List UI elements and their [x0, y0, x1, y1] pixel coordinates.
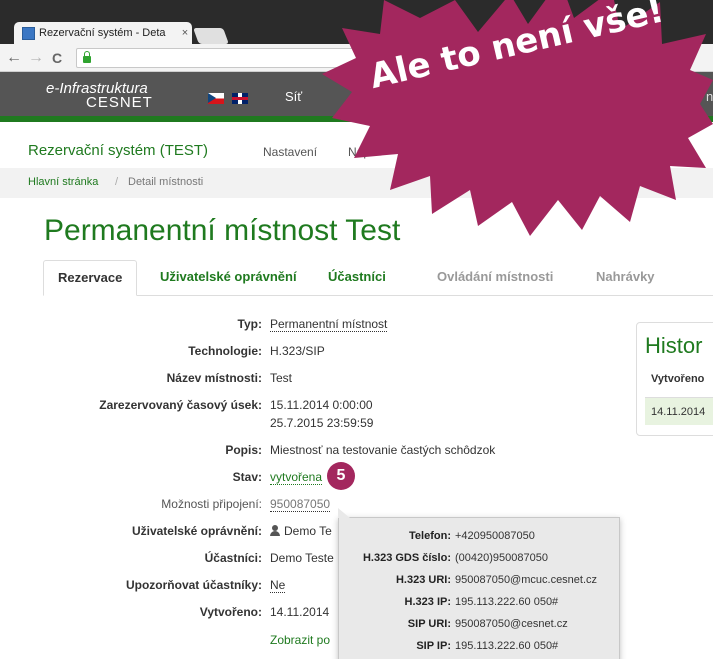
close-tab-icon[interactable]: ×	[178, 27, 192, 39]
popover-label-h323-ip: H.323 IP:	[404, 596, 451, 608]
nav-item-truncated[interactable]: n	[706, 89, 713, 104]
tab-ovladani-mistnosti: Ovládání místnosti	[437, 269, 554, 284]
popover-label-h323-uri: H.323 URI:	[395, 574, 451, 586]
user-icon	[270, 525, 280, 536]
label-nazev: Název místnosti:	[166, 371, 262, 385]
popover-label-sip-uri: SIP URI:	[407, 618, 451, 630]
history-title: Histor	[645, 333, 703, 358]
popover-label-gds: H.323 GDS číslo:	[362, 552, 451, 564]
value-typ[interactable]: Permanentní místnost	[270, 317, 388, 332]
label-opravneni: Uživatelské oprávnění:	[131, 524, 262, 538]
tab-ucastnici[interactable]: Účastníci	[314, 260, 400, 296]
label-vytvoreno: Vytvořeno:	[199, 605, 262, 619]
popover-label-sip-ip: SIP IP:	[416, 640, 451, 652]
popover-value-sip-uri: 950087050@cesnet.cz	[455, 618, 568, 630]
back-arrow-icon[interactable]: ←	[6, 48, 22, 68]
value-vytvoreno: 14.11.2014	[270, 605, 330, 619]
history-column-header: Vytvořeno	[651, 373, 705, 385]
nav-item-sit[interactable]: Síť	[285, 89, 302, 104]
label-upozornovat: Upozorňovat účastníky:	[125, 578, 262, 592]
popover-value-gds: (00420)950087050	[455, 552, 548, 564]
connection-popover: Telefon: +420950087050 H.323 GDS číslo: …	[338, 508, 620, 659]
value-upozornovat[interactable]: Ne	[270, 578, 286, 593]
breadcrumb-home[interactable]: Hlavní stránka	[28, 176, 98, 188]
popover-value-h323-uri: 950087050@mcuc.cesnet.cz	[455, 574, 598, 586]
history-panel: Histor Vytvořeno 14.11.2014	[636, 322, 713, 436]
menu-item-nastaveni[interactable]: Nastavení	[263, 145, 317, 159]
show-more-link[interactable]: Zobrazit po	[270, 633, 330, 647]
value-ucastnici: Demo Teste	[270, 551, 334, 565]
history-cell: 14.11.2014	[651, 406, 706, 418]
value-stav[interactable]: vytvořena	[270, 470, 323, 485]
reload-icon[interactable]: C	[50, 48, 64, 68]
value-nazev: Test	[270, 371, 293, 385]
uk-flag-icon[interactable]	[232, 93, 248, 104]
menu-item-napoveda[interactable]: Nápo	[348, 145, 377, 159]
screenshot: Rezervační systém - Deta × ← → C e-Infra…	[0, 0, 713, 659]
brand-line2: CESNET	[86, 94, 153, 111]
browser-toolbar: ← → C	[0, 44, 713, 72]
label-popis: Popis:	[225, 443, 262, 457]
popover-value-telefon: +420950087050	[455, 530, 535, 542]
step-badge: 5	[327, 462, 355, 490]
app-navbar: Rezervační systém (TEST) Nastavení Nápo	[0, 128, 713, 168]
new-tab-button[interactable]	[193, 28, 229, 44]
popover-value-sip-ip: 195.113.222.60 050#	[455, 640, 559, 652]
value-usek-from: 15.11.2014 0:00:00	[270, 398, 373, 412]
label-stav: Stav:	[232, 470, 262, 484]
history-row: 14.11.2014	[645, 397, 713, 425]
value-usek-to: 25.7.2015 23:59:59	[270, 416, 374, 430]
label-usek: Zarezervovaný časový úsek:	[99, 398, 262, 412]
czech-flag-icon[interactable]	[208, 93, 224, 104]
favicon-icon	[22, 26, 35, 40]
tab-nahravky: Nahrávky	[596, 269, 655, 284]
page-title: Permanentní místnost Test	[44, 214, 401, 247]
breadcrumb-separator: /	[115, 176, 119, 188]
value-opravneni: Demo Te	[284, 524, 332, 538]
breadcrumb: Hlavní stránka / Detail místnosti	[0, 168, 713, 198]
browser-tab[interactable]: Rezervační systém - Deta ×	[14, 22, 192, 44]
label-technologie: Technologie:	[188, 344, 262, 358]
cesnet-logo[interactable]: e-Infrastruktura CESNET	[46, 81, 153, 111]
value-moznosti[interactable]: 950087050	[270, 497, 331, 512]
tab-uzivatelske-opravneni[interactable]: Uživatelské oprávnění	[146, 260, 311, 296]
label-moznosti: Možnosti připojení:	[161, 497, 262, 511]
browser-tab-title: Rezervační systém - Deta	[39, 27, 166, 39]
tab-rezervace[interactable]: Rezervace	[43, 260, 138, 296]
lock-icon	[83, 50, 91, 63]
tab-bar: Rezervace Uživatelské oprávnění Účastníc…	[43, 260, 713, 296]
label-ucastnici: Účastníci:	[204, 551, 262, 565]
site-header: e-Infrastruktura CESNET Síť n	[0, 72, 713, 122]
value-popis: Miestnosť na testovanie častých schôdzok	[270, 443, 496, 457]
label-typ: Typ:	[237, 317, 262, 331]
app-title[interactable]: Rezervační systém (TEST)	[28, 142, 208, 159]
popover-value-h323-ip: 195.113.222.60 050#	[455, 596, 559, 608]
popover-label-telefon: Telefon:	[409, 530, 451, 542]
value-technologie: H.323/SIP	[270, 344, 325, 358]
breadcrumb-current: Detail místnosti	[128, 176, 204, 188]
forward-arrow-icon[interactable]: →	[28, 48, 44, 68]
